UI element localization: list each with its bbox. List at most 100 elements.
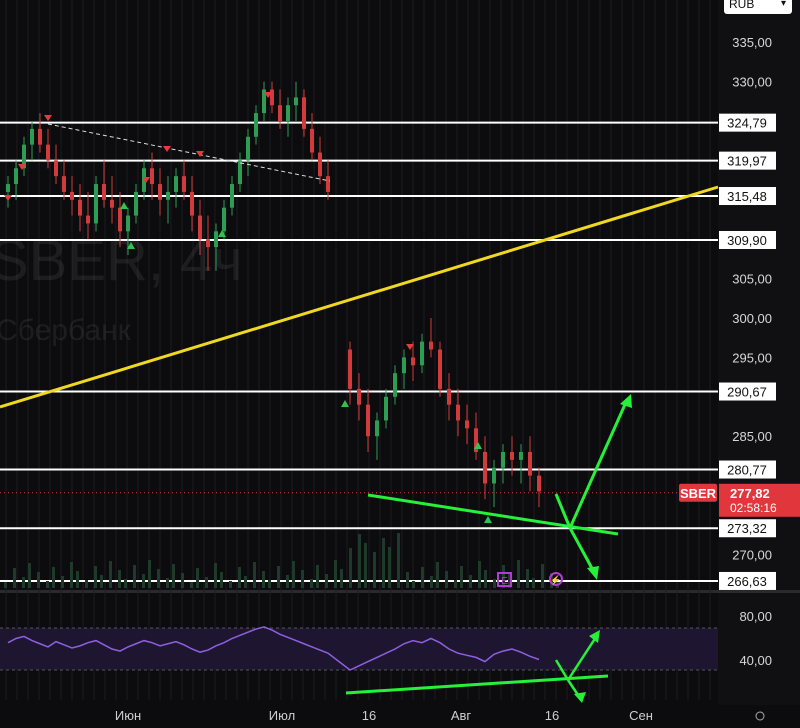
candle-body <box>393 373 397 397</box>
candle-body <box>286 105 290 121</box>
volume-bar <box>196 568 199 588</box>
volume-bar <box>109 561 112 588</box>
candle-body <box>375 420 379 437</box>
volume-bar <box>526 569 529 588</box>
volume-bar <box>28 563 31 588</box>
candle-body <box>270 89 274 106</box>
price-tick-label: 330,00 <box>732 75 772 90</box>
volume-bar <box>76 571 79 588</box>
countdown-label: 02:58:16 <box>730 501 777 515</box>
candle-body <box>302 97 306 129</box>
volume-bar <box>244 576 247 588</box>
ticker-tag: SBER <box>680 486 717 501</box>
candle-body <box>492 467 496 484</box>
volume-bar <box>118 570 121 588</box>
candle-body <box>206 239 210 248</box>
candle-body <box>447 388 451 405</box>
volume-bar <box>172 564 175 588</box>
volume-bar <box>541 564 544 588</box>
price-tick-label: 335,00 <box>732 35 772 50</box>
currency-selector[interactable]: RUB ▾ <box>724 0 792 14</box>
volume-bar <box>124 579 127 588</box>
volume-bar <box>37 572 40 588</box>
volume-bar <box>214 563 217 588</box>
volume-bar <box>349 548 352 588</box>
candle-body <box>150 168 154 185</box>
volume-bar <box>460 566 463 588</box>
time-tick-label: Июл <box>269 708 295 723</box>
candle-body <box>86 215 90 224</box>
volume-bar <box>493 579 496 588</box>
candle-body <box>222 207 226 232</box>
volume-bar <box>310 579 313 588</box>
level-label: 290,67 <box>727 385 767 400</box>
candle-body <box>384 396 388 421</box>
volume-bar <box>454 580 457 588</box>
candle-body <box>126 215 130 232</box>
panel-separator <box>0 590 800 593</box>
volume-bar <box>430 576 433 588</box>
volume-bar <box>94 566 97 588</box>
price-tick-label: 300,00 <box>732 311 772 326</box>
candle-body <box>519 451 523 460</box>
split-marker-label: ⚡ <box>550 574 561 586</box>
candle-body <box>537 475 541 492</box>
volume-bar <box>292 561 295 588</box>
currency-label: RUB <box>729 0 755 11</box>
volume-bar <box>316 565 319 588</box>
volume-bar <box>286 575 289 588</box>
level-label: 280,77 <box>727 463 767 478</box>
time-tick-label: Авг <box>451 708 472 723</box>
candle-body <box>78 199 82 216</box>
candle-body <box>54 160 58 177</box>
candle-body <box>6 184 10 192</box>
chart-stage: SBER, 4ч Сбербанк 335,00 330,00 305,00 300,00… <box>0 0 800 728</box>
volume-bar <box>133 565 136 588</box>
candle-body <box>501 451 505 468</box>
volume-bar <box>268 580 271 588</box>
time-tick-label: 16 <box>545 708 559 723</box>
candle-body <box>182 176 186 192</box>
volume-bar <box>436 562 439 588</box>
level-label: 324,79 <box>727 116 767 131</box>
candle-body <box>456 404 460 421</box>
candle-body <box>348 349 352 389</box>
volume-bar <box>262 571 265 588</box>
candle-body <box>318 152 322 177</box>
candle-body <box>134 191 138 216</box>
candle-body <box>46 144 50 161</box>
price-tick-label: 270,00 <box>732 547 772 562</box>
volume-bar <box>61 576 64 588</box>
volume-bar <box>181 573 184 588</box>
candle-body <box>246 136 250 161</box>
volume-bar <box>205 577 208 588</box>
level-label: 319,97 <box>727 154 767 169</box>
candle-body <box>110 199 114 208</box>
volume-bar <box>190 582 193 588</box>
time-tick-label: 16 <box>362 708 376 723</box>
candle-body <box>438 349 442 389</box>
volume-bar <box>70 562 73 588</box>
candle-body <box>118 207 122 232</box>
candle-body <box>70 191 74 200</box>
candle-body <box>158 184 162 200</box>
candle-body <box>198 215 202 240</box>
candle-body <box>190 191 194 216</box>
volume-bar <box>220 572 223 588</box>
volume-bar <box>517 560 520 588</box>
earnings-marker-label: E <box>501 576 508 587</box>
volume-bar <box>166 578 169 588</box>
level-label: 315,48 <box>727 189 767 204</box>
symbol-watermark: SBER, 4ч <box>0 228 243 293</box>
volume-bar <box>238 567 241 588</box>
candle-body <box>465 420 469 429</box>
volume-bar <box>13 568 16 588</box>
volume-bar <box>148 560 151 588</box>
volume-bar <box>478 561 481 588</box>
volume-bar <box>52 567 55 588</box>
candle-body <box>528 451 532 476</box>
candle-body <box>278 105 282 121</box>
candle-body <box>326 176 330 192</box>
rsi-tick-label: 40,00 <box>739 653 772 668</box>
price-tick-label: 285,00 <box>732 429 772 444</box>
